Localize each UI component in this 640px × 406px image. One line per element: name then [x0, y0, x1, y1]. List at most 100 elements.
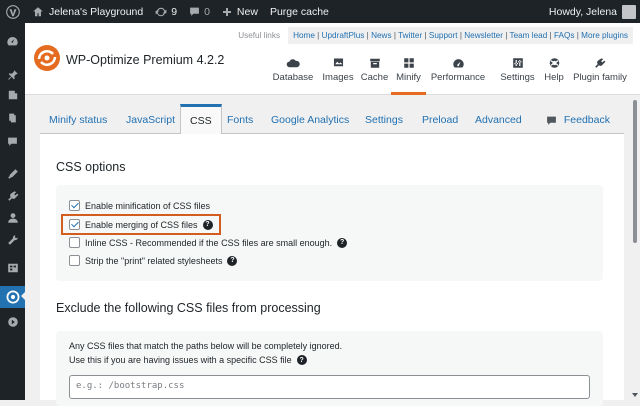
link-support[interactable]: Support [429, 31, 458, 40]
plus-icon [222, 7, 231, 16]
account-menu[interactable]: Howdy, Jelena [543, 0, 640, 23]
nav-minify[interactable]: Minify [391, 57, 426, 95]
tab-css[interactable]: CSS [180, 104, 222, 135]
link-updraftplus[interactable]: UpdraftPlus [322, 31, 365, 40]
inline-css-label: Inline CSS - Recommended if the CSS file… [85, 237, 333, 248]
purge-cache-button[interactable]: Purge cache [264, 0, 335, 23]
comments-count: 0 [204, 5, 210, 18]
css-settings-panel: CSS options Enable minification of CSS f… [40, 134, 624, 406]
settings-grid-icon[interactable] [0, 258, 25, 278]
useful-links-label: Useful links [238, 31, 281, 40]
collapse-menu-icon[interactable] [0, 312, 25, 332]
updates-count: 9 [171, 5, 178, 18]
plugins-icon[interactable] [0, 186, 25, 206]
nav-database[interactable]: Database [273, 57, 313, 95]
plugin-header: Useful links Home | UpdraftPlus | News |… [25, 23, 640, 95]
new-content-menu[interactable]: New [216, 0, 264, 23]
media-icon[interactable] [0, 85, 25, 105]
grid-icon [403, 58, 414, 68]
tools-icon[interactable] [0, 230, 25, 250]
option-inline-css[interactable]: Inline CSS - Recommended if the CSS file… [69, 236, 348, 249]
cloud-icon [286, 59, 300, 68]
exclude-title: Exclude the following CSS files from pro… [56, 301, 321, 315]
nav-help[interactable]: Help [542, 57, 566, 95]
archive-icon [369, 58, 380, 68]
link-home[interactable]: Home [293, 31, 315, 40]
dashboard-icon[interactable] [0, 31, 25, 51]
wordpress-logo-icon[interactable] [0, 0, 26, 23]
appearance-icon[interactable] [0, 164, 25, 184]
link-newsletter[interactable]: Newsletter [464, 31, 503, 40]
exclude-css-textarea[interactable]: e.g.: /bootstrap.css [69, 375, 590, 399]
active-notch [21, 292, 25, 300]
updates-menu[interactable]: 9 [149, 0, 183, 23]
link-faqs[interactable]: FAQs [554, 31, 574, 40]
admin-bar: Jelena's Playground 9 0 New Purge cache … [0, 0, 640, 23]
nav-cache-label: Cache [360, 72, 389, 83]
scroll-down-arrow-icon[interactable] [632, 393, 638, 397]
settings-icon [512, 58, 523, 68]
dashboard-icon [452, 59, 464, 68]
posts-pin-icon[interactable] [0, 65, 25, 85]
strip-print-help-icon[interactable]: ? [227, 255, 238, 266]
option-strip-print[interactable]: Strip the "print" related stylesheets ? [69, 254, 238, 267]
nav-settings[interactable]: Settings [499, 57, 536, 95]
plugin-icon [595, 58, 606, 68]
nav-settings-label: Settings [500, 72, 535, 83]
users-icon[interactable] [0, 208, 25, 228]
purge-label: Purge cache [269, 5, 329, 18]
comment-icon [190, 7, 199, 16]
help-icon [549, 58, 559, 68]
home-icon [33, 6, 43, 16]
tab-settings[interactable]: Settings [365, 104, 403, 135]
page-scrollbar[interactable] [630, 95, 640, 400]
feedback-link[interactable]: Feedback [546, 104, 610, 126]
tab-javascript[interactable]: JavaScript [126, 104, 175, 135]
updates-icon [155, 7, 167, 16]
link-news[interactable]: News [371, 31, 391, 40]
tab-google-analytics[interactable]: Google Analytics [271, 104, 349, 135]
product-title: WP-Optimize Premium 4.2.2 [66, 53, 225, 67]
tab-fonts[interactable]: Fonts [227, 104, 253, 135]
wp-optimize-logo-icon [34, 45, 60, 71]
exclude-box: Any CSS files that match the paths below… [56, 331, 603, 406]
tab-preload[interactable]: Preload [422, 104, 458, 135]
nav-plugin-family[interactable]: Plugin family [573, 57, 627, 95]
link-team-lead[interactable]: Team lead [509, 31, 547, 40]
strip-print-label: Strip the "print" related stylesheets [85, 255, 223, 266]
nav-images-label: Images [322, 72, 354, 83]
wp-optimize-menu-icon[interactable] [0, 286, 25, 308]
exclude-help-icon[interactable]: ? [296, 355, 307, 365]
nav-images[interactable]: Images [321, 57, 355, 95]
tab-minify-status[interactable]: Minify status [49, 104, 107, 135]
site-name-menu[interactable]: Jelena's Playground [26, 0, 149, 23]
option-enable-minification[interactable]: Enable minification of CSS files [69, 199, 210, 212]
nav-performance[interactable]: Performance [430, 57, 486, 95]
scrollbar-thumb[interactable] [633, 100, 637, 243]
new-label: New [236, 5, 258, 18]
nav-help-label: Help [544, 72, 564, 83]
inline-css-help-icon[interactable]: ? [337, 237, 348, 248]
nav-performance-label: Performance [430, 72, 486, 83]
link-more-plugins[interactable]: More plugins [581, 31, 628, 40]
link-twitter[interactable]: Twitter [398, 31, 422, 40]
strip-print-checkbox[interactable] [69, 255, 80, 266]
exclude-description-2-row: Use this if you are having issues with a… [69, 355, 307, 365]
nav-cache[interactable]: Cache [361, 57, 388, 95]
howdy-text: Howdy, Jelena [548, 5, 617, 18]
minification-checkbox[interactable] [69, 200, 80, 211]
exclude-description-2: Use this if you are having issues with a… [69, 355, 292, 365]
pages-icon[interactable] [0, 108, 25, 128]
nav-plugin-family-label: Plugin family [573, 72, 627, 83]
comments-icon[interactable] [0, 131, 25, 151]
tab-advanced[interactable]: Advanced [475, 104, 522, 135]
useful-links-bar: Useful links Home | UpdraftPlus | News |… [238, 27, 633, 44]
highlight-box [61, 214, 221, 235]
admin-menu [0, 23, 25, 400]
exclude-description-1: Any CSS files that match the paths below… [69, 341, 343, 351]
images-icon [333, 58, 343, 67]
site-name: Jelena's Playground [49, 5, 144, 18]
avatar [622, 4, 636, 19]
inline-css-checkbox[interactable] [69, 237, 80, 248]
comments-menu[interactable]: 0 [183, 0, 216, 23]
